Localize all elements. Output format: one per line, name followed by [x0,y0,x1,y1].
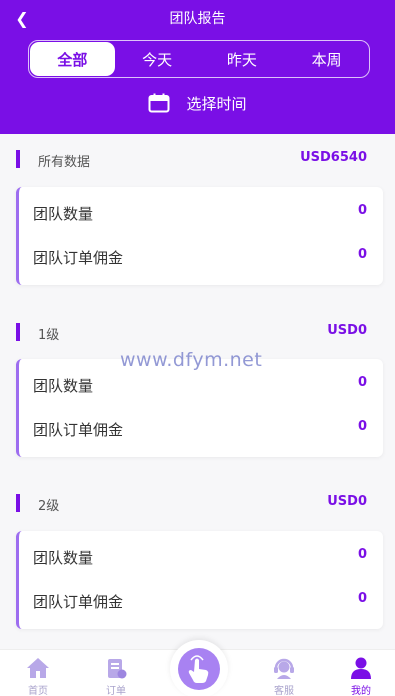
section-title: 1级 [38,328,60,343]
stat-row: 团队订单佣金 0 [33,589,367,613]
stat-label: 团队订单佣金 [33,249,124,267]
tabbar-label: 客服 [274,686,294,696]
tap-hand-icon [188,655,209,683]
tabbar-label: 我的 [351,686,371,696]
stat-value: 0 [357,547,367,562]
tabbar-item-support[interactable]: 客服 [259,654,309,696]
period-tabs: 全部 今天 昨天 本周 [28,40,370,78]
section-title: 所有数据 [38,155,91,170]
stat-label: 团队数量 [33,205,94,223]
section-amount: USD6540 [300,150,367,165]
report-content[interactable]: 所有数据 USD6540 团队数量 0 团队订单佣金 0 1级 USD0 团队数… [0,134,395,649]
tabbar-item-home[interactable]: 首页 [13,654,63,696]
home-icon [27,658,49,678]
section-amount: USD0 [327,323,367,338]
section-accent-bar [16,323,20,341]
stats-card: 团队数量 0 团队订单佣金 0 [16,531,383,629]
stat-label: 团队数量 [33,377,94,395]
select-time-button[interactable]: 选择时间 [0,90,395,116]
center-action-circle [178,648,220,690]
stats-card: 团队数量 0 团队订单佣金 0 [16,359,383,457]
center-action-button[interactable] [170,640,228,696]
stat-value: 0 [357,203,367,218]
stat-value: 0 [357,591,367,606]
tab-this-week[interactable]: 本周 [284,41,369,77]
watermark: www.dfym.net [120,349,263,371]
stat-row: 团队订单佣金 0 [33,245,367,269]
stat-label: 团队订单佣金 [33,593,124,611]
tab-today[interactable]: 今天 [115,41,200,77]
tabbar-label: 订单 [106,686,126,696]
stat-row: 团队数量 0 [33,201,367,225]
tabbar-item-mine[interactable]: 我的 [336,654,386,696]
tabbar-label: 首页 [28,686,48,696]
page-title: 团队报告 [169,11,226,27]
section-header-level-1: 1级 USD0 [0,321,395,345]
section-title: 2级 [38,499,60,514]
order-icon [108,659,127,679]
stat-value: 0 [357,419,367,434]
select-time-label: 选择时间 [186,94,247,113]
stat-value: 0 [357,247,367,262]
section-accent-bar [16,150,20,168]
section-header-level-2: 2级 USD0 [0,492,395,516]
section-header-all: 所有数据 USD6540 [0,148,395,172]
stat-value: 0 [357,375,367,390]
customer-service-icon [274,658,294,679]
section-amount: USD0 [327,494,367,509]
user-icon [351,657,371,679]
top-header: ❮ 团队报告 全部 今天 昨天 本周 选择时间 [0,0,395,134]
stat-row: 团队数量 0 [33,373,367,397]
tab-all[interactable]: 全部 [30,42,115,76]
calendar-icon [148,93,170,113]
stat-row: 团队数量 0 [33,545,367,569]
section-accent-bar [16,494,20,512]
stat-label: 团队数量 [33,549,94,567]
stats-card: 团队数量 0 团队订单佣金 0 [16,187,383,285]
stat-label: 团队订单佣金 [33,421,124,439]
stat-row: 团队订单佣金 0 [33,417,367,441]
tab-yesterday[interactable]: 昨天 [200,41,285,77]
tabbar-item-orders[interactable]: 订单 [91,654,141,696]
